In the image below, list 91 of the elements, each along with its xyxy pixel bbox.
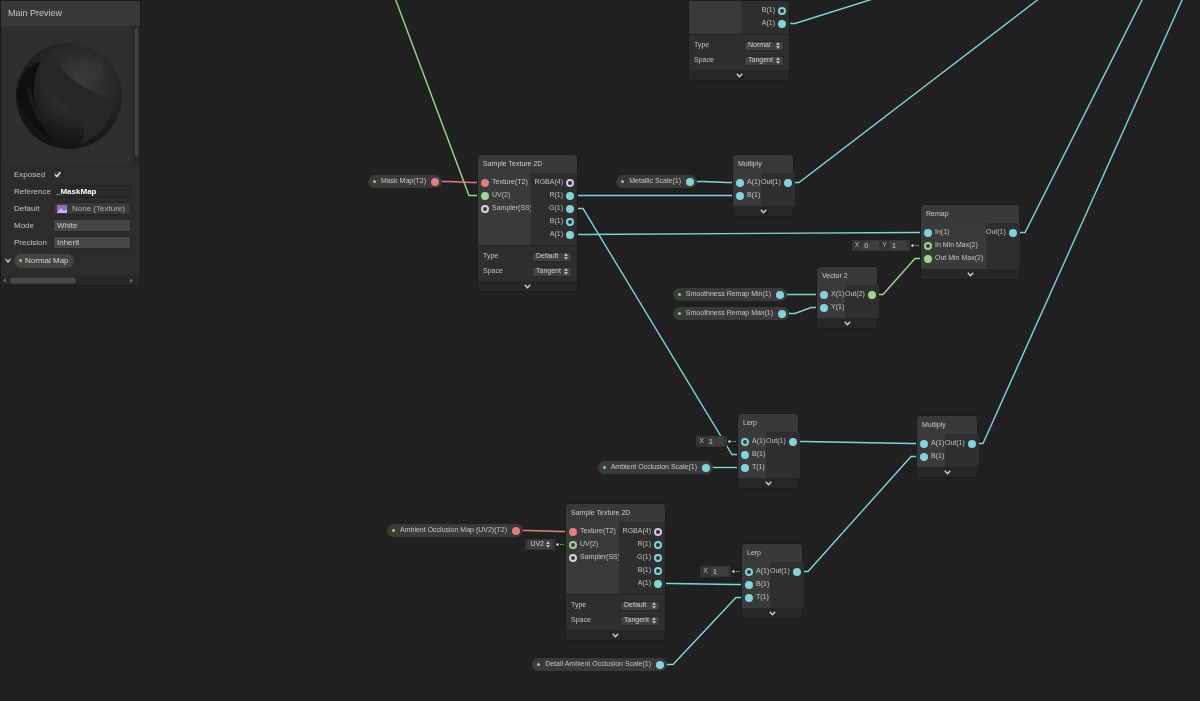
exposed-dot-icon bbox=[392, 529, 395, 532]
scrollbar[interactable] bbox=[133, 26, 140, 164]
port-icon[interactable] bbox=[741, 463, 749, 472]
port-icon[interactable] bbox=[867, 290, 876, 299]
port-icon[interactable] bbox=[778, 6, 786, 15]
field-label: Default bbox=[14, 202, 41, 215]
port-icon[interactable] bbox=[736, 178, 744, 187]
port-icon[interactable] bbox=[820, 290, 828, 299]
updown-arrows-icon bbox=[652, 617, 656, 624]
connector-line bbox=[556, 543, 565, 546]
checkbox[interactable] bbox=[53, 170, 62, 179]
port-icon[interactable] bbox=[745, 593, 753, 602]
port-icon[interactable] bbox=[924, 228, 932, 237]
port-icon[interactable] bbox=[788, 437, 797, 446]
port-icon[interactable] bbox=[924, 254, 932, 263]
chevron-down-icon[interactable] bbox=[764, 480, 772, 486]
input-ports-panel bbox=[689, 1, 741, 34]
port-icon[interactable] bbox=[778, 309, 786, 318]
port-icon[interactable] bbox=[481, 178, 489, 187]
port-icon[interactable] bbox=[654, 527, 662, 536]
chevron-icon[interactable] bbox=[5, 257, 11, 264]
exposed-dot-icon bbox=[677, 312, 681, 315]
port-icon[interactable] bbox=[431, 177, 439, 186]
port-icon[interactable] bbox=[776, 290, 784, 299]
port-icon[interactable] bbox=[654, 553, 662, 562]
exposed-dot-icon bbox=[677, 293, 681, 296]
port-icon[interactable] bbox=[512, 526, 520, 535]
exposed-dot-icon bbox=[372, 180, 376, 183]
port-icon[interactable] bbox=[566, 191, 574, 200]
scrollbar[interactable] bbox=[1, 276, 140, 285]
port-icon[interactable] bbox=[741, 450, 749, 459]
port-icon[interactable] bbox=[481, 191, 489, 200]
port-icon[interactable] bbox=[566, 204, 574, 213]
exposed-dot-icon bbox=[602, 466, 606, 469]
dropdown[interactable]: Inherit bbox=[53, 236, 131, 249]
port-icon[interactable] bbox=[566, 230, 574, 239]
connector-line bbox=[728, 440, 737, 443]
port-icon[interactable] bbox=[1008, 228, 1017, 237]
port-icon[interactable] bbox=[569, 553, 577, 562]
port-icon[interactable] bbox=[745, 567, 753, 576]
updown-arrows-icon bbox=[776, 42, 780, 49]
chevron-down-icon[interactable] bbox=[759, 208, 767, 214]
chevron-down-icon[interactable] bbox=[966, 271, 974, 277]
field-label: Reference bbox=[14, 185, 51, 198]
texture-icon bbox=[57, 204, 67, 213]
property-pill[interactable]: Normal Map bbox=[14, 253, 74, 268]
port-icon[interactable] bbox=[736, 191, 744, 200]
port-icon[interactable] bbox=[792, 567, 801, 576]
dropdown[interactable]: White bbox=[53, 219, 131, 232]
connector-line bbox=[911, 244, 920, 247]
port-icon[interactable] bbox=[654, 579, 662, 588]
port-icon[interactable] bbox=[566, 217, 574, 226]
chevron-down-icon[interactable] bbox=[735, 72, 743, 78]
port-icon[interactable] bbox=[741, 437, 749, 446]
port-icon[interactable] bbox=[654, 566, 662, 575]
chevron-down-icon[interactable] bbox=[524, 283, 531, 289]
updown-arrows-icon bbox=[776, 57, 780, 64]
port-icon[interactable] bbox=[569, 527, 577, 536]
port-icon[interactable] bbox=[920, 452, 928, 461]
text-field[interactable]: _MaskMap bbox=[53, 185, 131, 198]
exposed-dot-icon bbox=[19, 259, 22, 262]
object-field[interactable]: None (Texture) bbox=[53, 202, 131, 215]
port-icon[interactable] bbox=[481, 204, 489, 213]
panel-title: Main Preview bbox=[1, 1, 140, 26]
updown-arrows-icon bbox=[564, 268, 568, 275]
field-label: Exposed bbox=[14, 168, 47, 181]
port-icon[interactable] bbox=[745, 580, 753, 589]
chevron-down-icon[interactable] bbox=[612, 632, 619, 638]
port-icon[interactable] bbox=[566, 178, 574, 187]
chevron-down-icon[interactable] bbox=[943, 469, 951, 475]
chevron-down-icon[interactable] bbox=[768, 610, 776, 616]
field-label: Mode bbox=[14, 219, 35, 232]
connector-line bbox=[732, 570, 741, 573]
port-icon[interactable] bbox=[820, 303, 828, 312]
field-label: Precision bbox=[14, 236, 48, 249]
port-icon[interactable] bbox=[783, 178, 792, 187]
exposed-dot-icon bbox=[621, 180, 625, 183]
port-icon[interactable] bbox=[778, 19, 786, 28]
port-icon[interactable] bbox=[920, 439, 928, 448]
updown-arrows-icon bbox=[546, 541, 550, 548]
port-icon[interactable] bbox=[702, 463, 710, 472]
updown-arrows-icon bbox=[652, 602, 656, 609]
updown-arrows-icon bbox=[564, 253, 568, 260]
port-icon[interactable] bbox=[686, 177, 694, 186]
port-icon[interactable] bbox=[656, 660, 664, 669]
port-icon[interactable] bbox=[924, 241, 932, 250]
port-icon[interactable] bbox=[569, 540, 577, 549]
port-icon[interactable] bbox=[654, 540, 662, 549]
chevron-down-icon[interactable] bbox=[843, 320, 851, 326]
port-icon[interactable] bbox=[967, 439, 976, 448]
exposed-dot-icon bbox=[537, 663, 541, 666]
